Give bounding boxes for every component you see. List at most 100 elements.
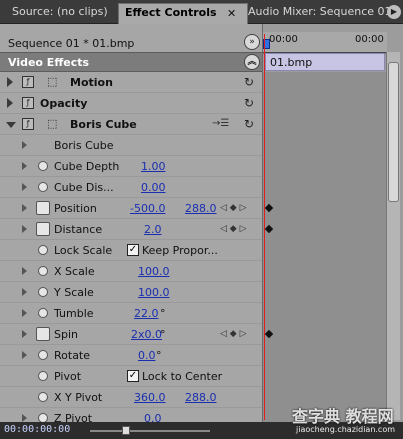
tab-source[interactable]: Source: (no clips) — [6, 3, 114, 24]
sequence-bar: Sequence 01 * 01.bmp » — [0, 32, 262, 54]
param-value[interactable]: 22.0 — [134, 307, 159, 320]
param-label: Rotate — [54, 349, 91, 362]
stopwatch-icon[interactable] — [38, 371, 48, 381]
fx-toggle-icon[interactable]: ƒ — [22, 118, 34, 130]
stopwatch-icon[interactable] — [36, 222, 50, 236]
stopwatch-icon[interactable] — [38, 350, 48, 360]
expand-triangle-icon[interactable] — [22, 288, 27, 296]
param-value[interactable]: 1.00 — [141, 160, 166, 173]
param-row-rotate: Rotate 0.0 ° — [0, 345, 262, 366]
param-unit: ° — [160, 307, 166, 320]
fx-toggle-icon[interactable]: ƒ — [22, 76, 34, 88]
panel-menu-icon[interactable]: ▶ — [387, 5, 401, 19]
expand-triangle-icon[interactable] — [22, 267, 27, 275]
param-row-tumble: Tumble 22.0 ° — [0, 303, 262, 324]
motion-transform-icon: ⬚ — [47, 117, 58, 130]
expand-triangle-icon[interactable] — [22, 330, 27, 338]
watermark-url: jiaocheng.chazidian.com — [296, 425, 396, 434]
reset-icon[interactable]: ↻ — [244, 75, 254, 89]
fx-toggle-icon[interactable]: ƒ — [22, 97, 34, 109]
effect-label-boris-cube: Boris Cube — [70, 118, 137, 131]
timeline-track-area[interactable] — [263, 72, 387, 422]
param-row-boris-cube-sub: Boris Cube — [0, 135, 262, 156]
param-value[interactable]: 0.00 — [141, 181, 166, 194]
effect-label-opacity: Opacity — [40, 97, 88, 110]
expand-triangle-icon[interactable] — [22, 309, 27, 317]
param-value-y[interactable]: 288.0 — [185, 391, 217, 404]
stopwatch-icon[interactable] — [36, 201, 50, 215]
param-label: X Y Pivot — [54, 391, 103, 404]
expand-triangle-icon[interactable] — [22, 141, 27, 149]
param-row-spin: Spin 2x0.0 ° ◁ ◆ ▷ — [0, 324, 262, 345]
expand-triangle-icon[interactable] — [22, 351, 27, 359]
sequence-label: Sequence 01 * 01.bmp — [8, 37, 135, 50]
collapse-up-icon[interactable]: ︽ — [244, 54, 260, 70]
expand-triangle-icon[interactable] — [22, 414, 27, 422]
show-hide-timeline-icon[interactable]: » — [244, 34, 260, 50]
clip-bar[interactable]: 01.bmp — [265, 53, 385, 71]
param-value[interactable]: 2x0.0 — [131, 328, 162, 341]
reset-icon[interactable]: ↻ — [244, 96, 254, 110]
tab-effect-controls-label: Effect Controls — [125, 6, 217, 19]
stopwatch-icon[interactable] — [38, 287, 48, 297]
video-effects-header: Video Effects ︽ — [0, 52, 262, 72]
stopwatch-icon[interactable] — [38, 266, 48, 276]
effect-row-motion[interactable]: ƒ ⬚ Motion ↻ — [0, 72, 262, 93]
stopwatch-icon[interactable] — [38, 308, 48, 318]
zoom-slider[interactable] — [90, 430, 210, 432]
lock-to-center-checkbox[interactable]: ✓ — [127, 370, 139, 382]
scrollbar-thumb[interactable] — [388, 62, 399, 202]
stopwatch-icon[interactable] — [38, 161, 48, 171]
stopwatch-icon[interactable] — [38, 392, 48, 402]
collapse-triangle-icon[interactable] — [6, 122, 16, 128]
tab-effect-controls[interactable]: Effect Controls ✕ — [118, 3, 248, 24]
param-row-x-scale: X Scale 100.0 — [0, 261, 262, 282]
keyframe-nav-icon[interactable]: ◁ ◆ ▷ — [220, 203, 247, 213]
close-icon[interactable]: ✕ — [227, 7, 236, 20]
expand-triangle-icon[interactable] — [22, 204, 27, 212]
param-value-y[interactable]: 288.0 — [185, 202, 217, 215]
keyframe-nav-icon[interactable]: ◁ ◆ ▷ — [220, 224, 247, 234]
expand-triangle-icon[interactable] — [22, 225, 27, 233]
expand-triangle-icon[interactable] — [7, 77, 13, 87]
watermark-text: 查字典 教程网 — [292, 407, 394, 426]
param-label: X Scale — [54, 265, 95, 278]
param-value[interactable]: 2.0 — [144, 223, 162, 236]
param-value-x[interactable]: -500.0 — [130, 202, 165, 215]
current-timecode[interactable]: 00:00:00:00 — [4, 424, 70, 435]
time-ruler[interactable]: 00:00 00:00 — [263, 32, 387, 54]
panel-tab-bar: Source: (no clips) Effect Controls ✕ Aud… — [0, 0, 403, 24]
effect-row-boris-cube[interactable]: ƒ ⬚ Boris Cube →☰ ↻ — [0, 114, 262, 135]
reset-icon[interactable]: ↻ — [244, 117, 254, 131]
clip-name: 01.bmp — [270, 56, 313, 69]
param-value-x[interactable]: 360.0 — [134, 391, 166, 404]
effect-controls-panel: Sequence 01 * 01.bmp » Video Effects ︽ ƒ… — [0, 24, 262, 425]
param-unit: ° — [156, 349, 162, 362]
param-value[interactable]: 100.0 — [138, 265, 170, 278]
checkbox-label: Keep Propor... — [142, 244, 218, 257]
effect-options-icon[interactable]: →☰ — [212, 118, 229, 129]
stopwatch-icon[interactable] — [38, 182, 48, 192]
tab-audio-mixer[interactable]: Audio Mixer: Sequence 01 — [242, 3, 398, 24]
effect-label-motion: Motion — [70, 76, 113, 89]
effect-row-opacity[interactable]: ƒ Opacity ↻ — [0, 93, 262, 114]
zoom-slider-thumb[interactable] — [122, 426, 130, 435]
video-effects-title: Video Effects — [8, 56, 90, 69]
param-row-position: Position -500.0 288.0 ◁ ◆ ▷ — [0, 198, 262, 219]
param-label: Cube Dis... — [54, 181, 114, 194]
param-row-lock-scale: Lock Scale ✓ Keep Propor... — [0, 240, 262, 261]
param-row-z-pivot: Z Pivot 0.0 — [0, 408, 262, 425]
ruler-start-timecode: 00:00 — [269, 34, 298, 45]
keep-proportions-checkbox[interactable]: ✓ — [127, 244, 139, 256]
param-label: Cube Depth — [54, 160, 120, 173]
param-value[interactable]: 100.0 — [138, 286, 170, 299]
expand-triangle-icon[interactable] — [7, 98, 13, 108]
stopwatch-icon[interactable] — [38, 245, 48, 255]
param-label: Pivot — [54, 370, 82, 383]
expand-triangle-icon[interactable] — [22, 183, 27, 191]
stopwatch-icon[interactable] — [36, 327, 50, 341]
vertical-scrollbar[interactable] — [386, 52, 400, 420]
keyframe-nav-icon[interactable]: ◁ ◆ ▷ — [220, 329, 247, 339]
expand-triangle-icon[interactable] — [22, 162, 27, 170]
param-value[interactable]: 0.0 — [138, 349, 156, 362]
